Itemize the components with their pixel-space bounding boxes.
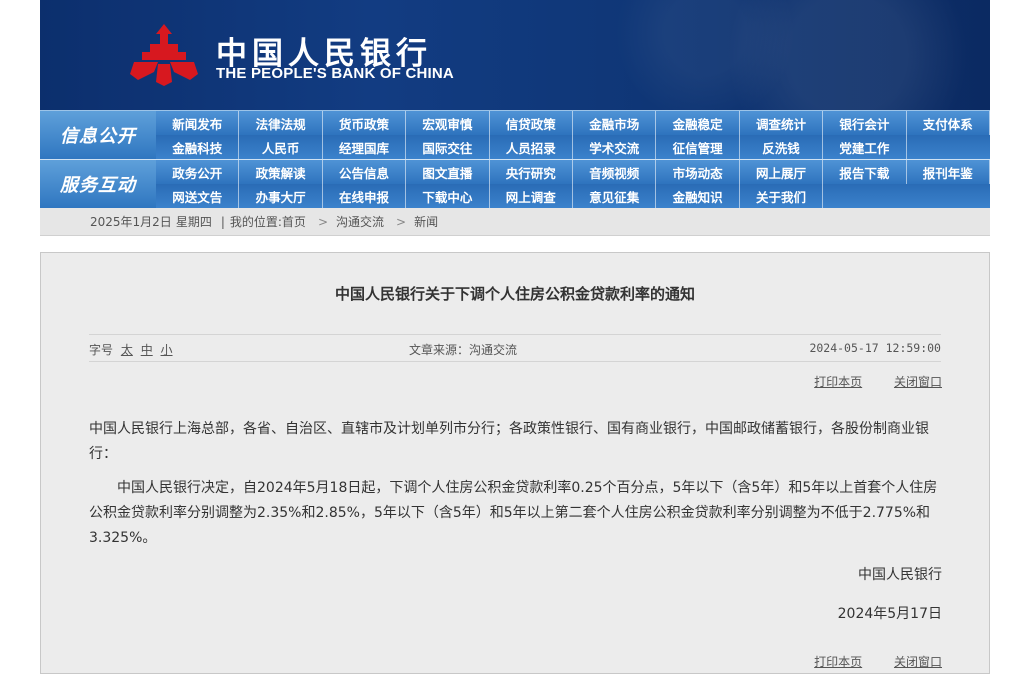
nav-item-online-filing[interactable]: 在线申报	[323, 184, 407, 208]
nav-item-rmb[interactable]: 人民币	[239, 135, 323, 159]
nav-item-credit-reference[interactable]: 征信管理	[656, 135, 740, 159]
nav-item-announcements[interactable]: 公告信息	[323, 160, 407, 184]
close-window-link-bottom[interactable]: 关闭窗口	[894, 655, 942, 669]
article-actions-top: 打印本页 关闭窗口	[786, 373, 942, 390]
nav-item-report-download[interactable]: 报告下载	[823, 160, 907, 184]
article-meta-bar: 字号 太 中 小 文章来源：沟通交流 2024-05-17 12:59:00	[89, 334, 941, 362]
breadcrumb-news-link[interactable]: 新闻	[414, 213, 438, 230]
nav-item-market-dynamics[interactable]: 市场动态	[656, 160, 740, 184]
article-panel: 中国人民银行关于下调个人住房公积金贷款利率的通知 字号 太 中 小 文章来源：沟…	[40, 252, 990, 674]
nav-item-anti-money-laundering[interactable]: 反洗钱	[740, 135, 824, 159]
nav-item-laws[interactable]: 法律法规	[239, 111, 323, 135]
nav-item-monetary-policy[interactable]: 货币政策	[323, 111, 407, 135]
nav-group-service-interaction: 服务互动 政务公开 政策解读 公告信息 图文直播 央行研究 音频视频 市场动态 …	[40, 159, 990, 208]
nav-item-financial-market[interactable]: 金融市场	[573, 111, 657, 135]
nav-item-fintech[interactable]: 金融科技	[156, 135, 240, 159]
nav-item-placeholder	[823, 184, 906, 208]
nav-item-online-notice[interactable]: 网送文告	[156, 184, 240, 208]
print-page-link-bottom[interactable]: 打印本页	[814, 655, 862, 669]
article-actions-bottom: 打印本页 关闭窗口	[786, 653, 942, 670]
nav-item-party-building[interactable]: 党建工作	[823, 135, 907, 159]
font-size-medium-link[interactable]: 中	[141, 343, 153, 357]
font-size-control: 字号 太 中 小	[89, 341, 173, 358]
nav-item-placeholder	[907, 184, 990, 208]
nav-item-yearbook[interactable]: 报刊年鉴	[907, 160, 990, 184]
bank-name-english: THE PEOPLE'S BANK OF CHINA	[216, 65, 454, 82]
nav-item-payment-system[interactable]: 支付体系	[907, 111, 990, 135]
print-page-link[interactable]: 打印本页	[814, 375, 862, 389]
nav-grid: 新闻发布 法律法规 货币政策 宏观审慎 信贷政策 金融市场 金融稳定 调查统计 …	[156, 111, 990, 159]
nav-grid: 政务公开 政策解读 公告信息 图文直播 央行研究 音频视频 市场动态 网上展厅 …	[156, 160, 990, 208]
article-body: 中国人民银行上海总部，各省、自治区、直辖市及计划单列市分行；各政策性银行、国有商…	[89, 417, 942, 627]
breadcrumb-divider: |	[220, 214, 225, 229]
close-window-link[interactable]: 关闭窗口	[894, 375, 942, 389]
nav-item-academic[interactable]: 学术交流	[573, 135, 657, 159]
location-label: 我的位置:	[229, 215, 282, 229]
breadcrumb-separator: >	[317, 214, 328, 229]
nav-item-policy-interpretation[interactable]: 政策解读	[239, 160, 323, 184]
site-banner: 中国人民银行 THE PEOPLE'S BANK OF CHINA	[40, 0, 990, 110]
nav-item-international[interactable]: 国际交往	[406, 135, 490, 159]
article-title: 中国人民银行关于下调个人住房公积金贷款利率的通知	[334, 285, 695, 303]
page-wrapper: 中国人民银行 THE PEOPLE'S BANK OF CHINA 信息公开 新…	[40, 0, 990, 236]
font-size-small-link[interactable]: 小	[161, 343, 173, 357]
breadcrumb-home-link[interactable]: 首页	[282, 213, 306, 230]
pboc-emblem-icon[interactable]	[128, 22, 200, 88]
nav-item-financial-knowledge[interactable]: 金融知识	[656, 184, 740, 208]
article-addressee: 中国人民银行上海总部，各省、自治区、直辖市及计划单列市分行；各政策性银行、国有商…	[89, 421, 929, 462]
nav-item-news-release[interactable]: 新闻发布	[156, 111, 240, 135]
current-weekday: 星期四	[175, 215, 212, 229]
nav-item-online-survey[interactable]: 网上调查	[490, 184, 573, 208]
nav-item-opinion-collection[interactable]: 意见征集	[573, 184, 657, 208]
nav-item-statistics[interactable]: 调查统计	[740, 111, 824, 135]
nav-item-about-us[interactable]: 关于我们	[740, 184, 824, 208]
nav-item-macroprudential[interactable]: 宏观审慎	[406, 111, 490, 135]
article-sign-date: 2024年5月17日	[837, 606, 942, 622]
publish-time: 2024-05-17 12:59:00	[809, 341, 941, 355]
nav-group-info-disclosure: 信息公开 新闻发布 法律法规 货币政策 宏观审慎 信贷政策 金融市场 金融稳定 …	[40, 110, 990, 159]
nav-item-research[interactable]: 央行研究	[490, 160, 573, 184]
nav-item-credit-policy[interactable]: 信贷政策	[490, 111, 573, 135]
breadcrumb-communication-link[interactable]: 沟通交流	[336, 213, 384, 230]
nav-item-financial-stability[interactable]: 金融稳定	[656, 111, 740, 135]
article-paragraph: 中国人民银行决定，自2024年5月18日起，下调个人住房公积金贷款利率0.25个…	[89, 480, 938, 546]
nav-group-label: 服务互动	[40, 160, 156, 208]
nav-group-label: 信息公开	[40, 111, 156, 159]
nav-item-government-affairs[interactable]: 政务公开	[156, 160, 240, 184]
current-date: 2025年1月2日	[90, 215, 172, 229]
nav-item-treasury[interactable]: 经理国库	[323, 135, 407, 159]
font-size-large-link[interactable]: 太	[121, 343, 133, 357]
nav-item-service-hall[interactable]: 办事大厅	[239, 184, 323, 208]
article-source: 文章来源：沟通交流	[409, 343, 518, 357]
article-signature: 中国人民银行	[858, 567, 942, 583]
breadcrumb-separator: >	[396, 214, 407, 229]
nav-item-audio-video[interactable]: 音频视频	[573, 160, 657, 184]
nav-item-online-exhibition[interactable]: 网上展厅	[740, 160, 824, 184]
nav-item-bank-accounting[interactable]: 银行会计	[823, 111, 907, 135]
nav-item-live-broadcast[interactable]: 图文直播	[406, 160, 490, 184]
nav-item-recruitment[interactable]: 人员招录	[490, 135, 573, 159]
nav-item-placeholder	[907, 135, 990, 159]
font-size-label: 字号	[89, 343, 114, 357]
nav-item-download-center[interactable]: 下载中心	[406, 184, 490, 208]
breadcrumb: 2025年1月2日 星期四 | 我的位置: 首页 > 沟通交流 > 新闻	[40, 208, 990, 236]
